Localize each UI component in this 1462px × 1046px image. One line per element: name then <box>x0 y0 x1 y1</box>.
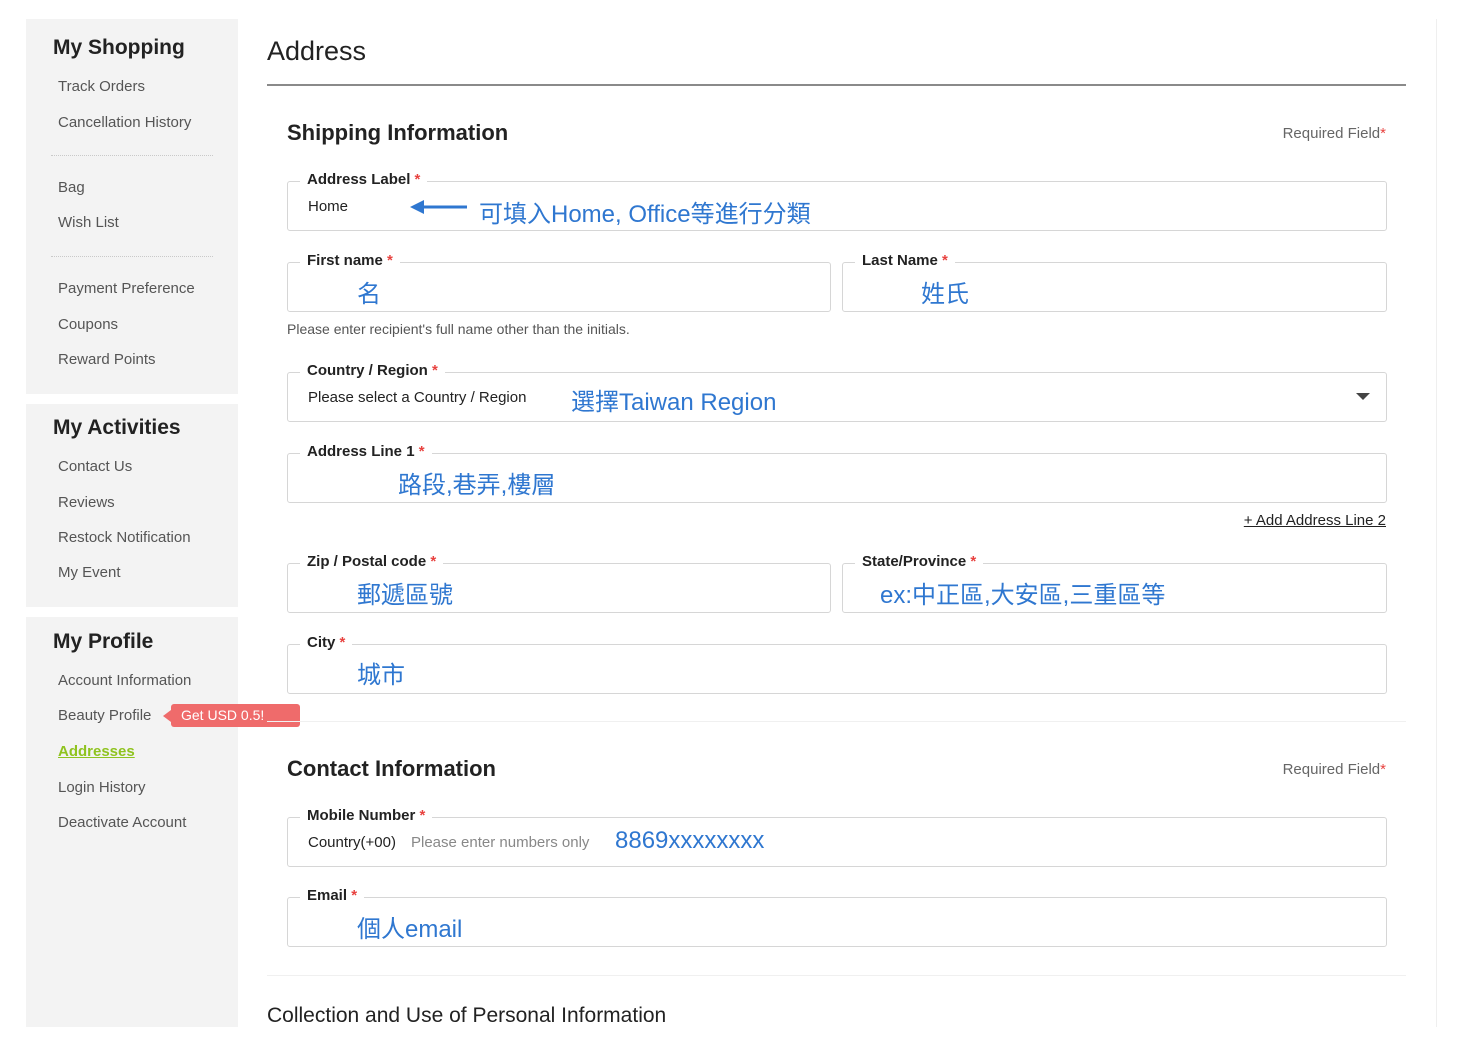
chevron-down-icon[interactable] <box>1356 393 1370 400</box>
email-field-label: Email * <box>300 887 365 904</box>
sidebar-item-restock-notification[interactable]: Restock Notification <box>58 529 191 546</box>
sidebar-item-payment-preference[interactable]: Payment Preference <box>58 280 195 297</box>
mobile-number-field-label: Mobile Number * <box>300 807 433 824</box>
title-divider <box>267 84 1406 86</box>
address-line-1-annotation: 路段,巷弄,樓層 <box>398 472 556 499</box>
first-name-field-label: First name * <box>300 252 400 269</box>
city-field[interactable]: City * <box>287 634 1387 694</box>
promo-badge-pointer <box>163 710 171 722</box>
sidebar-item-wish-list[interactable]: Wish List <box>58 214 119 231</box>
sidebar-title-my-shopping: My Shopping <box>53 36 185 59</box>
name-hint: Please enter recipient's full name other… <box>287 321 630 337</box>
sidebar-item-beauty-profile[interactable]: Beauty Profile <box>58 707 151 724</box>
section-title-shipping: Shipping Information <box>287 120 509 145</box>
collection-section-title: Collection and Use of Personal Informati… <box>267 1004 667 1027</box>
address-line-1-field-label: Address Line 1 * <box>300 443 432 460</box>
first-name-annotation: 名 <box>357 281 381 308</box>
city-field-label: City * <box>300 634 353 651</box>
sidebar-section-gap <box>26 607 238 617</box>
arrow-left-icon <box>410 200 467 214</box>
mobile-number-field[interactable]: Mobile Number * Country(+00) Please ente… <box>287 807 1387 867</box>
sidebar-item-reward-points[interactable]: Reward Points <box>58 351 156 368</box>
required-field-label: Required Field <box>1282 761 1381 778</box>
sidebar-divider <box>51 155 213 156</box>
content-edge <box>1436 19 1437 1027</box>
country-region-field-label: Country / Region * <box>300 362 445 379</box>
sidebar-item-my-event[interactable]: My Event <box>58 564 121 581</box>
mobile-country-code[interactable]: Country(+00) <box>308 834 396 851</box>
city-annotation: 城市 <box>357 662 405 689</box>
section-title-contact: Contact Information <box>287 756 496 781</box>
required-star: * <box>1380 125 1386 142</box>
sidebar-item-account-information[interactable]: Account Information <box>58 672 191 689</box>
state-field-label: State/Province * <box>855 553 984 570</box>
sidebar-item-login-history[interactable]: Login History <box>58 779 146 796</box>
country-region-value: Please select a Country / Region <box>308 389 527 406</box>
sidebar: My Shopping Track Orders Cancellation Hi… <box>26 19 238 1027</box>
required-star: * <box>1380 761 1386 778</box>
page-title: Address <box>267 36 367 66</box>
sidebar-item-track-orders[interactable]: Track Orders <box>58 78 145 95</box>
mobile-number-placeholder: Please enter numbers only <box>411 834 590 851</box>
sidebar-item-coupons[interactable]: Coupons <box>58 316 118 333</box>
address-label-annotation: 可填入Home, Office等進行分類 <box>479 201 811 228</box>
sidebar-item-bag[interactable]: Bag <box>58 179 85 196</box>
sidebar-item-addresses[interactable]: Addresses <box>58 743 135 760</box>
sidebar-title-my-activities: My Activities <box>53 416 181 439</box>
zip-annotation: 郵遞區號 <box>357 582 453 609</box>
sidebar-title-my-profile: My Profile <box>53 630 154 653</box>
required-field-label: Required Field <box>1282 125 1381 142</box>
zip-field-label: Zip / Postal code * <box>300 553 444 570</box>
section-divider <box>267 975 1406 976</box>
sidebar-item-contact-us[interactable]: Contact Us <box>58 458 132 475</box>
sidebar-section-gap <box>26 394 238 404</box>
last-name-annotation: 姓氏 <box>921 281 969 308</box>
country-region-annotation: 選擇Taiwan Region <box>571 389 777 416</box>
add-address-line-2-link[interactable]: + Add Address Line 2 <box>1244 512 1386 529</box>
section-divider <box>267 721 1406 722</box>
sidebar-item-deactivate-account[interactable]: Deactivate Account <box>58 814 186 831</box>
required-field-note: Required Field* <box>1283 761 1386 778</box>
sidebar-item-reviews[interactable]: Reviews <box>58 494 115 511</box>
mobile-number-annotation: 8869xxxxxxxx <box>615 827 765 854</box>
email-annotation: 個人email <box>357 916 463 943</box>
country-region-select[interactable]: Country / Region * Please select a Count… <box>287 362 1387 422</box>
address-label-value: Home <box>308 198 349 215</box>
state-annotation: ex:中正區,大安區,三重區等 <box>880 582 1166 609</box>
last-name-field-label: Last Name * <box>855 252 955 269</box>
sidebar-divider <box>51 256 213 257</box>
required-field-note: Required Field* <box>1283 125 1386 142</box>
address-label-field-label: Address Label * <box>300 171 428 188</box>
sidebar-item-cancellation-history[interactable]: Cancellation History <box>58 114 191 131</box>
promo-badge[interactable]: Get USD 0.5! <box>171 704 300 727</box>
